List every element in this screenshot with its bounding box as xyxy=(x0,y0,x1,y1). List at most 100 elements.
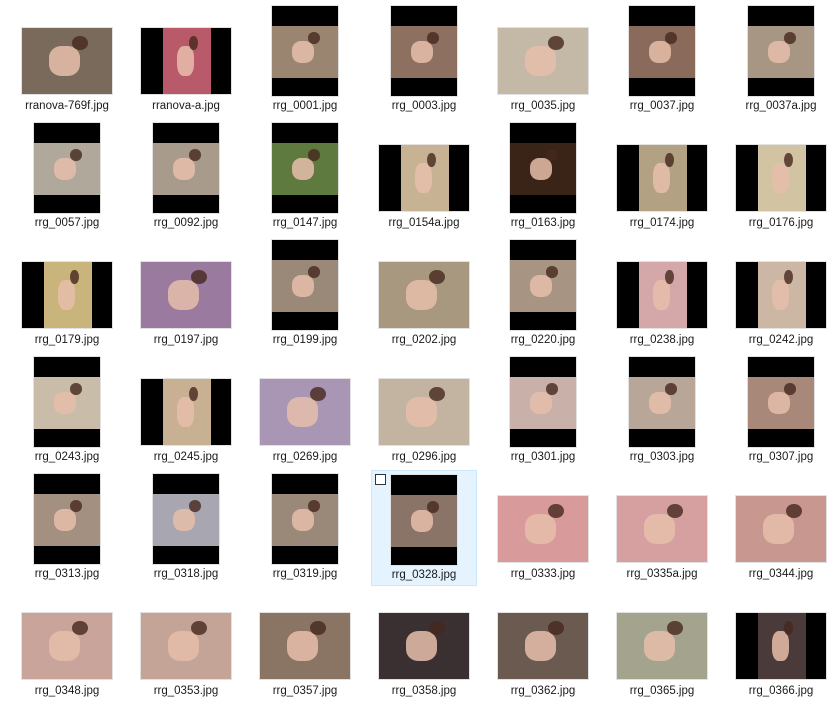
file-name-label: rrg_0296.jpg xyxy=(391,451,457,463)
file-name-label: rrg_0154a.jpg xyxy=(388,217,460,229)
file-item[interactable]: rranova-769f.jpg xyxy=(14,2,120,118)
file-name-label: rrg_0348.jpg xyxy=(34,685,100,697)
file-name-label: rrg_0202.jpg xyxy=(391,334,457,346)
file-name-label: rranova-a.jpg xyxy=(152,100,220,112)
image-thumbnail xyxy=(152,473,220,565)
file-item[interactable]: rrg_0353.jpg xyxy=(133,587,239,703)
file-item[interactable]: rrg_0243.jpg xyxy=(14,353,120,469)
file-item[interactable]: rrg_0301.jpg xyxy=(490,353,596,469)
file-name-label: rrg_0307.jpg xyxy=(748,451,814,463)
select-checkbox[interactable] xyxy=(375,474,386,485)
file-item[interactable]: rrg_0344.jpg xyxy=(728,470,834,586)
file-name-label: rrg_0001.jpg xyxy=(272,100,338,112)
file-item[interactable]: rrg_0357.jpg xyxy=(252,587,358,703)
file-item[interactable]: rrg_0035.jpg xyxy=(490,2,596,118)
image-thumbnail xyxy=(271,473,339,565)
file-item[interactable]: rranova-a.jpg xyxy=(133,2,239,118)
file-name-label: rrg_0301.jpg xyxy=(510,451,576,463)
file-item[interactable]: rrg_0202.jpg xyxy=(371,236,477,352)
file-name-label: rrg_0238.jpg xyxy=(629,334,695,346)
image-thumbnail xyxy=(616,612,708,680)
file-item[interactable]: rrg_0199.jpg xyxy=(252,236,358,352)
image-thumbnail xyxy=(140,612,232,680)
file-name-label: rrg_0353.jpg xyxy=(153,685,219,697)
file-item[interactable]: rrg_0358.jpg xyxy=(371,587,477,703)
image-thumbnail xyxy=(378,378,470,446)
file-name-label: rrg_0365.jpg xyxy=(629,685,695,697)
file-name-label: rrg_0319.jpg xyxy=(272,568,338,580)
file-name-label: rrg_0362.jpg xyxy=(510,685,576,697)
file-name-label: rrg_0333.jpg xyxy=(510,568,576,580)
file-name-label: rrg_0313.jpg xyxy=(34,568,100,580)
file-item[interactable]: rrg_0335a.jpg xyxy=(609,470,715,586)
image-thumbnail xyxy=(140,261,232,329)
image-thumbnail xyxy=(628,5,696,97)
file-item[interactable]: rrg_0365.jpg xyxy=(609,587,715,703)
file-item[interactable]: rrg_0176.jpg xyxy=(728,119,834,235)
file-item[interactable]: rrg_0163.jpg xyxy=(490,119,596,235)
image-thumbnail xyxy=(747,356,815,448)
file-item[interactable]: rrg_0154a.jpg xyxy=(371,119,477,235)
file-name-label: rrg_0220.jpg xyxy=(510,334,576,346)
file-item[interactable]: rrg_0092.jpg xyxy=(133,119,239,235)
image-thumbnail xyxy=(497,612,589,680)
file-item[interactable]: rrg_0366.jpg xyxy=(728,587,834,703)
file-name-label: rrg_0147.jpg xyxy=(272,217,338,229)
file-item[interactable]: rrg_0242.jpg xyxy=(728,236,834,352)
file-item[interactable]: rrg_0057.jpg xyxy=(14,119,120,235)
file-item[interactable]: rrg_0328.jpg xyxy=(371,470,477,586)
file-item[interactable]: rrg_0037a.jpg xyxy=(728,2,834,118)
file-item[interactable]: rrg_0245.jpg xyxy=(133,353,239,469)
file-item[interactable]: rrg_0348.jpg xyxy=(14,587,120,703)
file-name-label: rrg_0176.jpg xyxy=(748,217,814,229)
image-thumbnail xyxy=(152,122,220,214)
file-item[interactable]: rrg_0003.jpg xyxy=(371,2,477,118)
file-item[interactable]: rrg_0238.jpg xyxy=(609,236,715,352)
file-name-label: rrg_0366.jpg xyxy=(748,685,814,697)
file-name-label: rranova-769f.jpg xyxy=(25,100,109,112)
image-thumbnail xyxy=(616,261,708,329)
file-name-label: rrg_0344.jpg xyxy=(748,568,814,580)
file-name-label: rrg_0003.jpg xyxy=(391,100,457,112)
image-thumbnail xyxy=(259,378,351,446)
file-item[interactable]: rrg_0179.jpg xyxy=(14,236,120,352)
image-thumbnail xyxy=(509,356,577,448)
image-thumbnail xyxy=(735,261,827,329)
file-item[interactable]: rrg_0313.jpg xyxy=(14,470,120,586)
image-thumbnail xyxy=(497,495,589,563)
file-name-label: rrg_0092.jpg xyxy=(153,217,219,229)
file-item[interactable]: rrg_0147.jpg xyxy=(252,119,358,235)
image-thumbnail xyxy=(21,27,113,95)
file-item[interactable]: rrg_0197.jpg xyxy=(133,236,239,352)
file-name-label: rrg_0174.jpg xyxy=(629,217,695,229)
file-name-label: rrg_0358.jpg xyxy=(391,685,457,697)
image-thumbnail xyxy=(271,122,339,214)
file-item[interactable]: rrg_0333.jpg xyxy=(490,470,596,586)
image-thumbnail xyxy=(271,239,339,331)
image-thumbnail xyxy=(259,612,351,680)
file-item[interactable]: rrg_0296.jpg xyxy=(371,353,477,469)
image-thumbnail xyxy=(21,612,113,680)
image-thumbnail xyxy=(497,27,589,95)
file-name-label: rrg_0269.jpg xyxy=(272,451,338,463)
file-item[interactable]: rrg_0362.jpg xyxy=(490,587,596,703)
image-thumbnail xyxy=(378,261,470,329)
file-item[interactable]: rrg_0318.jpg xyxy=(133,470,239,586)
file-item[interactable]: rrg_0319.jpg xyxy=(252,470,358,586)
file-item[interactable]: rrg_0037.jpg xyxy=(609,2,715,118)
file-name-label: rrg_0163.jpg xyxy=(510,217,576,229)
file-item[interactable]: rrg_0001.jpg xyxy=(252,2,358,118)
file-item[interactable]: rrg_0174.jpg xyxy=(609,119,715,235)
file-name-label: rrg_0035.jpg xyxy=(510,100,576,112)
file-item[interactable]: rrg_0303.jpg xyxy=(609,353,715,469)
image-thumbnail xyxy=(378,144,470,212)
image-thumbnail xyxy=(628,356,696,448)
file-name-label: rrg_0199.jpg xyxy=(272,334,338,346)
file-name-label: rrg_0037a.jpg xyxy=(745,100,817,112)
file-name-label: rrg_0328.jpg xyxy=(391,569,457,581)
file-item[interactable]: rrg_0269.jpg xyxy=(252,353,358,469)
file-item[interactable]: rrg_0220.jpg xyxy=(490,236,596,352)
file-item[interactable]: rrg_0307.jpg xyxy=(728,353,834,469)
file-name-label: rrg_0243.jpg xyxy=(34,451,100,463)
image-thumbnail xyxy=(616,495,708,563)
